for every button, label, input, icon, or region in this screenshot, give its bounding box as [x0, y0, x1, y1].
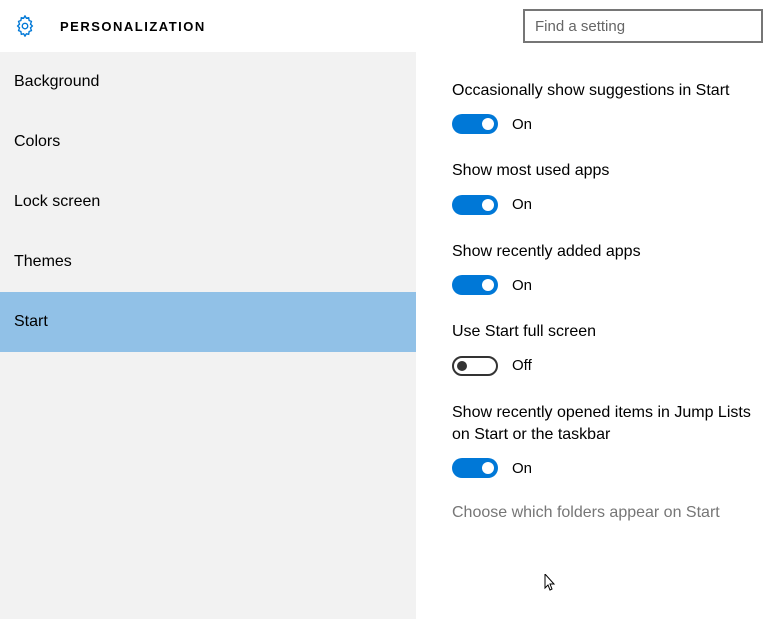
- setting-label: Show most used apps: [452, 160, 773, 182]
- setting-full-screen: Use Start full screen Off: [452, 321, 773, 375]
- toggle-knob: [482, 462, 494, 474]
- toggle-row: On: [452, 458, 773, 478]
- sidebar-item-background[interactable]: Background: [0, 52, 416, 112]
- gear-icon: [14, 15, 36, 37]
- toggle-state: On: [512, 460, 532, 477]
- setting-label: Show recently added apps: [452, 241, 773, 263]
- toggle-knob: [457, 361, 467, 371]
- sidebar-item-start[interactable]: Start: [0, 292, 416, 352]
- setting-jump-lists: Show recently opened items in Jump Lists…: [452, 402, 773, 479]
- toggle-recently-added[interactable]: [452, 275, 498, 295]
- toggle-state: On: [512, 196, 532, 213]
- toggle-most-used[interactable]: [452, 195, 498, 215]
- setting-recently-added: Show recently added apps On: [452, 241, 773, 295]
- setting-most-used: Show most used apps On: [452, 160, 773, 214]
- setting-label: Show recently opened items in Jump Lists…: [452, 402, 773, 447]
- setting-label: Use Start full screen: [452, 321, 773, 343]
- toggle-state: On: [512, 116, 532, 133]
- toggle-full-screen[interactable]: [452, 356, 498, 376]
- sidebar-item-lock-screen[interactable]: Lock screen: [0, 172, 416, 232]
- sidebar: Background Colors Lock screen Themes Sta…: [0, 52, 416, 619]
- sidebar-item-themes[interactable]: Themes: [0, 232, 416, 292]
- toggle-state: On: [512, 277, 532, 294]
- toggle-knob: [482, 199, 494, 211]
- page-title: PERSONALIZATION: [60, 19, 523, 34]
- toggle-suggestions[interactable]: [452, 114, 498, 134]
- toggle-row: On: [452, 114, 773, 134]
- sidebar-item-label: Colors: [14, 133, 60, 151]
- search-input[interactable]: [523, 9, 763, 43]
- setting-label: Occasionally show suggestions in Start: [452, 80, 773, 102]
- toggle-row: On: [452, 195, 773, 215]
- sidebar-item-label: Background: [14, 73, 99, 91]
- toggle-jump-lists[interactable]: [452, 458, 498, 478]
- toggle-state: Off: [512, 357, 532, 374]
- sidebar-item-label: Themes: [14, 253, 72, 271]
- header: PERSONALIZATION: [0, 0, 773, 52]
- toggle-knob: [482, 279, 494, 291]
- toggle-knob: [482, 118, 494, 130]
- toggle-row: On: [452, 275, 773, 295]
- toggle-row: Off: [452, 356, 773, 376]
- main-panel: Occasionally show suggestions in Start O…: [416, 52, 773, 619]
- choose-folders-link[interactable]: Choose which folders appear on Start: [452, 504, 773, 522]
- sidebar-item-colors[interactable]: Colors: [0, 112, 416, 172]
- content: Background Colors Lock screen Themes Sta…: [0, 52, 773, 619]
- setting-suggestions: Occasionally show suggestions in Start O…: [452, 80, 773, 134]
- sidebar-item-label: Lock screen: [14, 193, 100, 211]
- sidebar-item-label: Start: [14, 313, 48, 331]
